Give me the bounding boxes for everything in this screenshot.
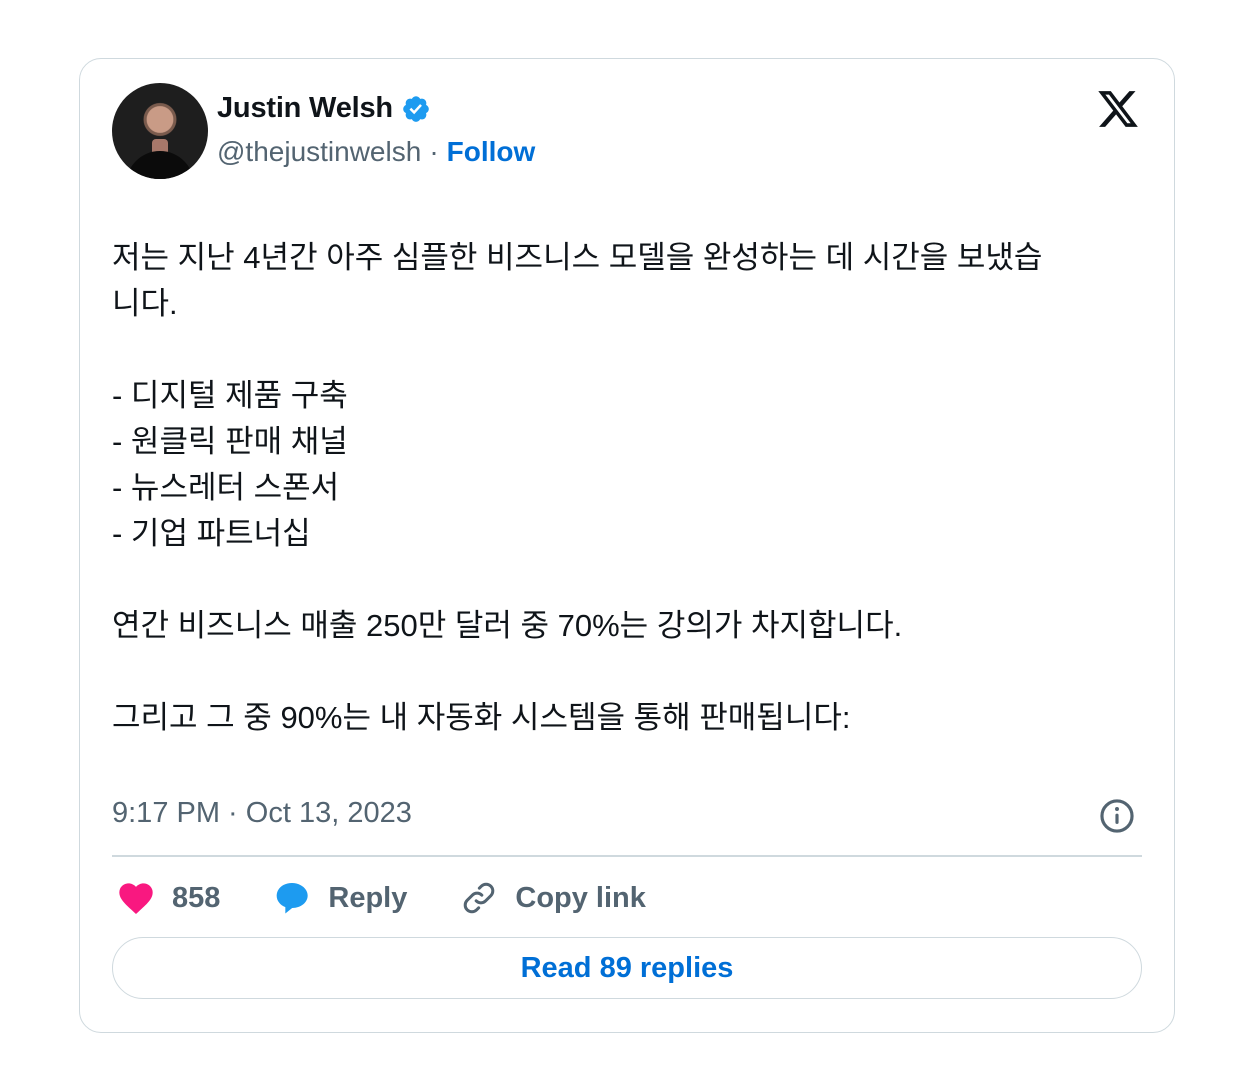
follow-button[interactable]: Follow <box>447 136 536 168</box>
heart-icon <box>119 883 153 914</box>
tweet-text: 저는 지난 4년간 아주 심플한 비즈니스 모델을 완성하는 데 시간을 보냈습… <box>112 235 1142 741</box>
reply-label: Reply <box>328 881 408 914</box>
reply-button[interactable]: Reply <box>272 878 407 918</box>
read-replies-button[interactable]: Read 89 replies <box>112 937 1142 999</box>
copy-link-label: Copy link <box>515 881 646 914</box>
author-name-row: Justin Welsh <box>217 92 431 125</box>
tweet-bullet: - 뉴스레터 스폰서 <box>112 470 340 505</box>
divider <box>112 855 1142 857</box>
copy-link-button[interactable]: Copy link <box>459 878 646 918</box>
handle-separator: · <box>429 136 439 167</box>
author-name[interactable]: Justin Welsh <box>217 92 393 125</box>
author-handle[interactable]: @thejustinwelsh <box>217 136 421 168</box>
tweet-intro-line2: 니다. <box>112 286 178 321</box>
tweet-card: Justin Welsh @thejustinwelsh · Follow 저는… <box>79 58 1175 1033</box>
like-count: 858 <box>172 881 221 914</box>
tweet-intro-line1: 저는 지난 4년간 아주 심플한 비즈니스 모델을 완성하는 데 시간을 보냈습 <box>112 240 1043 275</box>
tweet-bullet: - 기업 파트너십 <box>112 516 311 551</box>
like-button[interactable]: 858 <box>116 878 220 918</box>
info-icon[interactable] <box>1098 797 1136 835</box>
tweet-revenue-line: 연간 비즈니스 매출 250만 달러 중 70%는 강의가 차지합니다. <box>112 608 903 643</box>
verified-badge-icon <box>403 95 429 122</box>
tweet-timestamp[interactable]: 9:17 PM · Oct 13, 2023 <box>112 797 412 830</box>
author-handle-row: @thejustinwelsh · Follow <box>217 136 535 168</box>
avatar-shoulders <box>126 151 194 179</box>
tweet-bullet: - 원클릭 판매 채널 <box>112 424 348 459</box>
speech-bubble-icon <box>277 883 309 914</box>
avatar[interactable] <box>112 83 208 179</box>
x-logo-icon[interactable] <box>1096 87 1140 131</box>
link-icon <box>464 882 495 914</box>
tweet-closing-line: 그리고 그 중 90%는 내 자동화 시스템을 통해 판매됩니다: <box>112 700 851 735</box>
action-bar: 858 Reply Copy link <box>116 873 698 923</box>
tweet-bullet: - 디지털 제품 구축 <box>112 378 348 413</box>
